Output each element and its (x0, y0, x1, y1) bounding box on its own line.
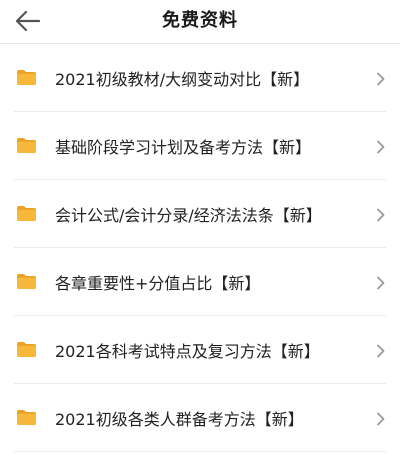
folder-icon (17, 206, 36, 221)
chevron-right-icon (377, 72, 385, 86)
page-title: 免费资料 (162, 10, 238, 31)
chevron-right-icon (377, 412, 385, 426)
list-item[interactable]: 各章重要性+分值占比【新】 (0, 248, 400, 316)
chevron-right-icon (377, 344, 385, 358)
list-item[interactable]: 2021初级各类人群备考方法【新】 (0, 384, 400, 452)
folder-icon (17, 274, 36, 289)
list-item[interactable]: 2021各科考试特点及复习方法【新】 (0, 316, 400, 384)
list-item[interactable]: 2021初级教材/大纲变动对比【新】 (0, 44, 400, 112)
chevron-right-icon (377, 208, 385, 222)
list-item-label: 会计公式/会计分录/经济法法条【新】 (55, 206, 322, 225)
folder-icon (17, 342, 36, 357)
folder-icon (17, 70, 36, 85)
chevron-right-icon (377, 276, 385, 290)
list-item[interactable]: 会计公式/会计分录/经济法法条【新】 (0, 180, 400, 248)
list-item-label: 基础阶段学习计划及备考方法【新】 (55, 138, 312, 157)
folder-icon (17, 138, 36, 153)
folder-icon (17, 410, 36, 425)
list-item-label: 各章重要性+分值占比【新】 (55, 274, 261, 293)
list-item[interactable]: 基础阶段学习计划及备考方法【新】 (0, 112, 400, 180)
list-item-label: 2021各科考试特点及复习方法【新】 (55, 342, 320, 361)
list-item-label: 2021初级各类人群备考方法【新】 (55, 410, 304, 429)
chevron-right-icon (377, 140, 385, 154)
resource-list: 2021初级教材/大纲变动对比【新】 基础阶段学习计划及备考方法【新】 会计公式… (0, 44, 400, 452)
list-item-label: 2021初级教材/大纲变动对比【新】 (55, 70, 310, 89)
app-header: 免费资料 (0, 0, 400, 44)
